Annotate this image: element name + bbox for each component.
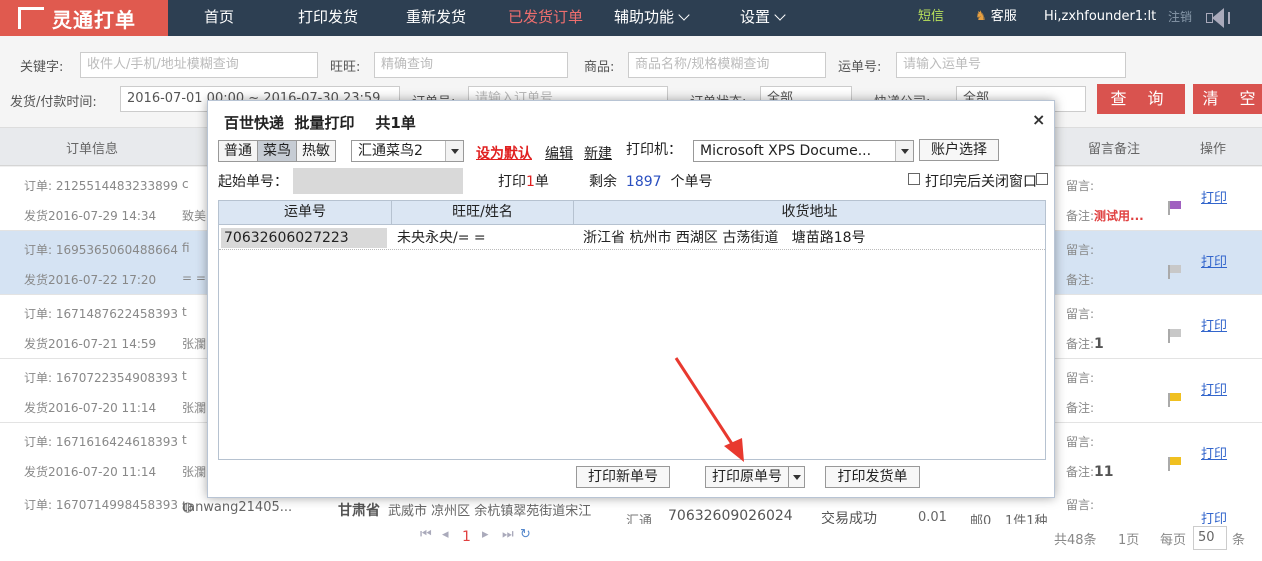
arrow-head xyxy=(724,438,744,462)
annotation-arrow xyxy=(674,357,744,462)
arrow-shaft xyxy=(674,357,738,451)
